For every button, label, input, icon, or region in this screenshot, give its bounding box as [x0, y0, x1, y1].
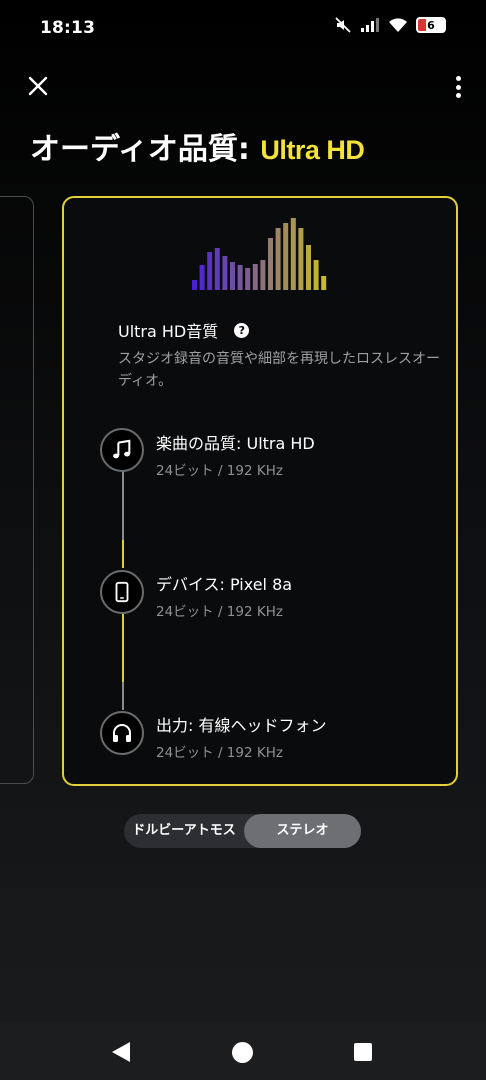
stereo-option[interactable]: ステレオ — [244, 814, 361, 848]
chain-sub-track: 24ビット / 192 KHz — [156, 463, 283, 479]
smartphone-icon — [115, 581, 129, 603]
chain-node-output — [100, 711, 144, 755]
previous-card[interactable] — [0, 196, 34, 784]
chain-sub-output: 24ビット / 192 KHz — [156, 745, 283, 761]
card-title: Ultra HD音質 ? — [118, 318, 250, 342]
equalizer-bar — [245, 268, 251, 290]
card-title-text: Ultra HD音質 — [118, 322, 219, 341]
equalizer-bar — [207, 252, 213, 290]
equalizer-graphic — [192, 218, 327, 290]
audio-mode-toggle: ドルビーアトモス ステレオ — [124, 814, 361, 848]
equalizer-bar — [199, 265, 205, 290]
card-description: スタジオ録音の音質や細部を再現したロスレスオーディオ。 — [118, 351, 440, 389]
equalizer-bar — [321, 276, 327, 290]
equalizer-bar — [192, 280, 197, 290]
equalizer-bar — [237, 265, 243, 290]
chain-node-device — [100, 570, 144, 614]
chain-label-device: デバイス: Pixel 8a — [156, 575, 293, 594]
music-note-icon — [113, 439, 131, 459]
status-icons: 6 — [334, 16, 446, 34]
equalizer-bar — [252, 264, 258, 290]
equalizer-bar — [222, 256, 228, 290]
help-icon[interactable]: ? — [234, 322, 250, 338]
chain-line — [122, 540, 124, 568]
equalizer-bar — [214, 248, 220, 290]
chain-label-track: 楽曲の品質: Ultra HD — [156, 434, 315, 453]
chain-line — [122, 614, 124, 682]
equalizer-bar — [230, 262, 235, 290]
equalizer-bar — [306, 245, 311, 290]
home-button[interactable] — [232, 1042, 253, 1063]
status-bar: 18:13 6 — [0, 0, 486, 56]
chain-label-output: 出力: 有線ヘッドフォン — [156, 716, 327, 735]
chain-node-track — [100, 428, 144, 472]
equalizer-bar — [268, 238, 273, 290]
navigation-bar — [0, 1022, 486, 1080]
page-title: オーディオ品質: Ultra HD — [30, 124, 365, 168]
equalizer-bar — [298, 228, 304, 290]
wifi-icon — [389, 18, 407, 32]
equalizer-bar — [290, 218, 296, 290]
dolby-atmos-option[interactable]: ドルビーアトモス — [124, 814, 244, 848]
battery-icon: 6 — [416, 17, 446, 33]
battery-level: 6 — [427, 18, 435, 32]
quality-label: Ultra HD — [260, 135, 365, 165]
status-time: 18:13 — [40, 18, 96, 38]
mute-icon — [335, 17, 351, 33]
equalizer-bar — [275, 228, 281, 290]
close-button[interactable] — [24, 72, 52, 100]
chain-sub-device: 24ビット / 192 KHz — [156, 604, 283, 620]
equalizer-bar — [313, 260, 319, 290]
recents-button[interactable] — [354, 1043, 372, 1061]
signal-icon — [361, 18, 379, 32]
page-title-text: オーディオ品質: — [30, 132, 250, 167]
equalizer-bar — [283, 223, 289, 290]
headphones-icon — [113, 724, 131, 742]
equalizer-bar — [260, 260, 266, 290]
chain-line — [122, 472, 124, 540]
back-button[interactable] — [112, 1042, 130, 1062]
chain-line — [122, 682, 124, 710]
more-options-button[interactable] — [448, 74, 468, 100]
